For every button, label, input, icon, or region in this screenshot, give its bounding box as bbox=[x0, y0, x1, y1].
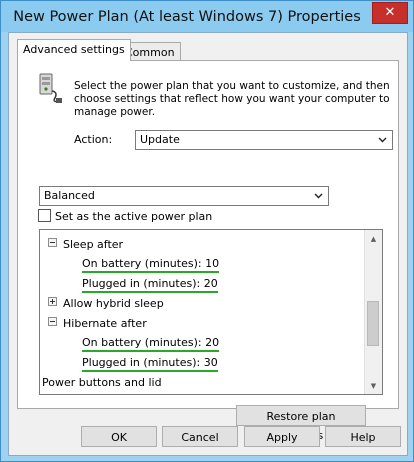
minus-expander-icon[interactable] bbox=[48, 238, 57, 247]
tree-item-label: Hibernate after bbox=[63, 317, 147, 330]
action-value: Update bbox=[140, 133, 180, 146]
restore-plan-defaults-button[interactable]: Restore plan defaults bbox=[236, 405, 366, 442]
window-title: New Power Plan (At least Windows 7) Prop… bbox=[13, 9, 361, 25]
ok-button[interactable]: OK bbox=[81, 426, 157, 447]
power-plan-value: Balanced bbox=[44, 189, 95, 202]
tree-item-power-buttons[interactable]: Power buttons and lid bbox=[40, 376, 162, 390]
scrollbar-thumb[interactable] bbox=[367, 301, 379, 346]
chevron-down-icon bbox=[312, 187, 324, 205]
active-plan-checkbox[interactable] bbox=[38, 209, 51, 222]
tree-setting-label: On battery (minutes): 10 bbox=[82, 257, 220, 273]
tree-setting-label: Plugged in (minutes): 20 bbox=[82, 277, 218, 293]
action-label: Action: bbox=[74, 133, 113, 146]
tab-advanced-settings[interactable]: Advanced settings bbox=[17, 39, 131, 61]
tree-scrollbar[interactable]: ▲ ▼ bbox=[364, 230, 382, 394]
minus-expander-icon[interactable] bbox=[48, 317, 57, 326]
tree-item-label: Allow hybrid sleep bbox=[63, 297, 164, 310]
tree-item-hibernate-after[interactable]: Hibernate after bbox=[48, 317, 147, 331]
chevron-down-icon bbox=[376, 131, 388, 149]
plus-expander-icon[interactable] bbox=[48, 297, 57, 306]
close-button[interactable]: ✕ bbox=[372, 2, 408, 24]
tree-item-hybrid-sleep[interactable]: Allow hybrid sleep bbox=[48, 297, 164, 311]
tree-setting-label: On battery (minutes): 20 bbox=[82, 336, 220, 352]
tree-setting-hibernate-plugged[interactable]: Plugged in (minutes): 30 bbox=[82, 356, 218, 372]
apply-button[interactable]: Apply bbox=[244, 426, 320, 447]
tree-setting-hibernate-battery[interactable]: On battery (minutes): 20 bbox=[82, 336, 220, 352]
tree-item-label: Power buttons and lid bbox=[42, 376, 162, 389]
tree-item-sleep-after[interactable]: Sleep after bbox=[48, 238, 123, 252]
scroll-up-arrow-icon[interactable]: ▲ bbox=[366, 231, 381, 246]
dialog-client-area: Advanced settings Common Select the powe… bbox=[8, 32, 408, 456]
active-plan-label: Set as the active power plan bbox=[55, 210, 213, 223]
advanced-settings-panel: Select the power plan that you want to c… bbox=[17, 60, 399, 442]
tree-setting-sleep-plugged[interactable]: Plugged in (minutes): 20 bbox=[82, 277, 218, 293]
power-plug-icon bbox=[39, 73, 62, 103]
action-dropdown[interactable]: Update bbox=[135, 130, 393, 150]
active-plan-checkbox-row[interactable]: Set as the active power plan bbox=[38, 209, 212, 223]
power-plan-dropdown[interactable]: Balanced bbox=[39, 186, 329, 206]
plan-description: Select the power plan that you want to c… bbox=[74, 80, 390, 118]
properties-window: New Power Plan (At least Windows 7) Prop… bbox=[0, 0, 414, 462]
tree-setting-sleep-battery[interactable]: On battery (minutes): 10 bbox=[82, 257, 220, 273]
tree-setting-label: Plugged in (minutes): 30 bbox=[82, 356, 218, 372]
help-button[interactable]: Help bbox=[325, 426, 401, 447]
scroll-down-arrow-icon[interactable]: ▼ bbox=[366, 378, 381, 393]
cancel-button[interactable]: Cancel bbox=[162, 426, 238, 447]
settings-tree[interactable]: Sleep after On battery (minutes): 10 Plu… bbox=[39, 229, 383, 395]
tree-item-label: Sleep after bbox=[63, 238, 124, 251]
title-bar[interactable]: New Power Plan (At least Windows 7) Prop… bbox=[1, 1, 413, 32]
